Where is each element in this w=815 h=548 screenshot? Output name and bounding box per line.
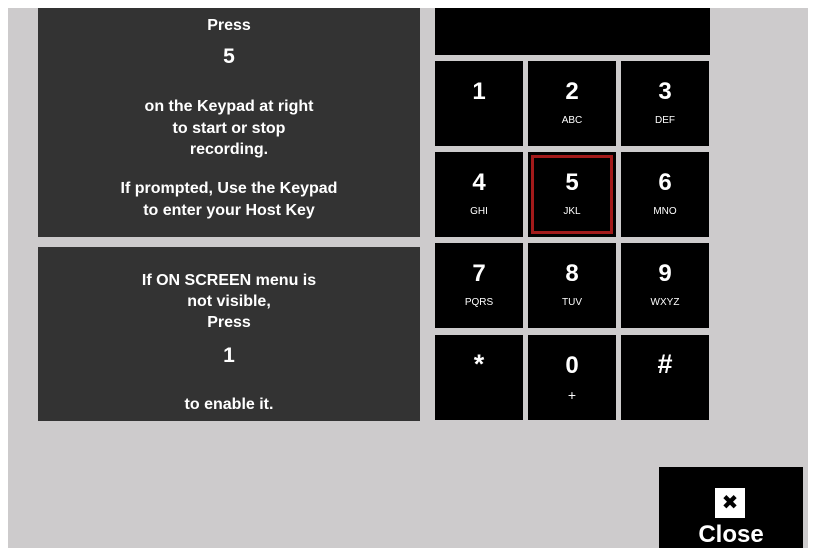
key-digit: # [657,349,673,379]
key-digit: * [473,349,485,379]
instruction-text: If ON SCREEN menu is [141,272,317,289]
keypad-key-7[interactable]: 7 PQRS [435,243,523,328]
key-digit: 2 [565,78,579,105]
instruction-text: Press [207,314,251,331]
key-letters: PQRS [464,297,494,308]
key-letters: TUV [562,297,582,308]
instruction-text: on the Keypad at right [144,98,314,115]
key-digit: 6 [658,169,672,196]
key-letters: + [567,387,577,403]
instruction-text: to enable it. [184,396,274,413]
keypad-key-star[interactable]: * [435,335,523,420]
close-button-label: Close [698,521,764,548]
instruction-key-number: 1 [223,344,235,367]
keypad-key-hash[interactable]: # [621,335,709,420]
key-letters: GHI [470,206,488,217]
key-letters: JKL [563,206,581,217]
close-button[interactable]: ✖ Close [659,467,803,548]
key-digit: 9 [658,260,672,287]
keypad-key-5[interactable]: 5 JKL [528,152,616,237]
instruction-text: Press [207,17,251,34]
screen: Press 5 on the Keypad at right to start … [8,8,808,548]
keypad-key-9[interactable]: 9 WXYZ [621,243,709,328]
key-letters: ABC [561,115,583,126]
instruction-key-number: 5 [223,45,235,68]
key-digit: 3 [658,78,672,105]
key-letters: WXYZ [650,297,680,308]
instruction-text: recording. [189,141,269,158]
instructions-panel-top: Press 5 on the Keypad at right to start … [38,8,420,237]
key-digit: 7 [472,260,486,287]
keypad-display [435,8,710,55]
close-icon: ✖ [715,488,745,518]
key-digit: 4 [472,169,486,196]
keypad-key-1[interactable]: 1 [435,61,523,146]
key-digit: 1 [472,78,486,105]
keypad-key-6[interactable]: 6 MNO [621,152,709,237]
keypad-key-2[interactable]: 2 ABC [528,61,616,146]
key-digit: 5 [565,169,579,196]
instruction-text: not visible, [187,293,271,310]
key-digit: 0 [565,352,579,379]
key-digit: 8 [565,260,579,287]
instruction-text: If prompted, Use the Keypad [120,180,338,197]
instruction-text: to enter your Host Key [143,202,315,219]
keypad-key-4[interactable]: 4 GHI [435,152,523,237]
key-letters: DEF [655,115,675,126]
instructions-panel-bottom: If ON SCREEN menu is not visible, Press … [38,247,420,421]
keypad-key-8[interactable]: 8 TUV [528,243,616,328]
keypad-key-0[interactable]: 0 + [528,335,616,420]
key-letters: MNO [653,206,677,217]
keypad-key-3[interactable]: 3 DEF [621,61,709,146]
instruction-text: to start or stop [172,120,286,137]
